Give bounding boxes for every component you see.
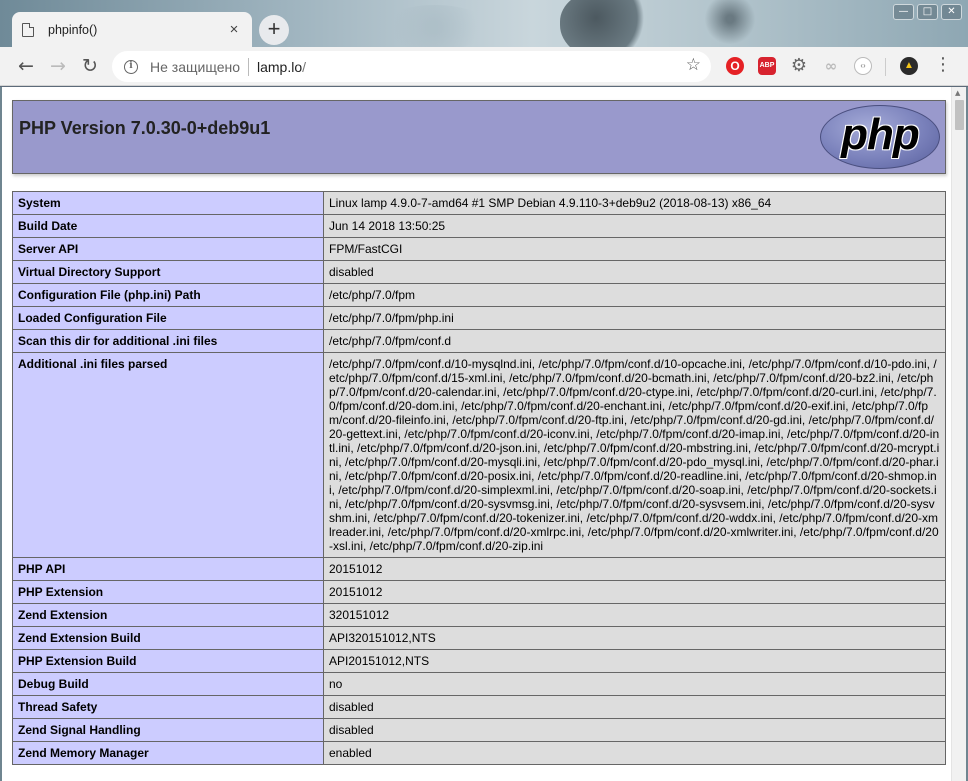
back-icon[interactable]: ← xyxy=(14,55,38,77)
table-row: Zend Extension Build API320151012,NTS xyxy=(12,626,946,650)
browser-tab[interactable]: phpinfo() × xyxy=(12,12,252,47)
row-value: /etc/php/7.0/fpm/conf.d/10-mysqlnd.ini, … xyxy=(323,352,946,558)
scrollbar-thumb[interactable] xyxy=(955,100,964,130)
row-value: 320151012 xyxy=(323,603,946,627)
scroll-up-icon[interactable]: ▲ xyxy=(955,89,960,97)
row-key: Zend Extension xyxy=(12,603,324,627)
table-row: PHP Extension Build API20151012,NTS xyxy=(12,649,946,673)
table-row: Zend Signal Handling disabled xyxy=(12,718,946,742)
row-key: Zend Memory Manager xyxy=(12,741,324,765)
row-key: Thread Safety xyxy=(12,695,324,719)
row-value: disabled xyxy=(323,260,946,284)
code-icon[interactable]: ‹› xyxy=(854,57,872,75)
toolbar-divider xyxy=(885,58,886,76)
info-icon[interactable]: i xyxy=(124,59,138,74)
url-host: lamp.lo xyxy=(257,58,303,75)
bookmark-star-icon[interactable]: ☆ xyxy=(686,55,701,75)
row-value: 20151012 xyxy=(323,557,946,581)
window-titlebar: phpinfo() × + — □ ✕ xyxy=(0,0,968,47)
table-row: Build Date Jun 14 2018 13:50:25 xyxy=(12,214,946,238)
row-value: disabled xyxy=(323,695,946,719)
row-value: disabled xyxy=(323,718,946,742)
php-logo[interactable]: php xyxy=(820,105,940,169)
row-value: no xyxy=(323,672,946,696)
new-tab-button[interactable]: + xyxy=(259,15,289,45)
row-key: Configuration File (php.ini) Path xyxy=(12,283,324,307)
table-row: Thread Safety disabled xyxy=(12,695,946,719)
opera-icon[interactable]: O xyxy=(726,57,744,75)
table-row: Zend Extension 320151012 xyxy=(12,603,946,627)
omnibox-divider xyxy=(248,57,249,76)
table-row: Configuration File (php.ini) Path/etc/ph… xyxy=(12,283,946,307)
row-key: PHP API xyxy=(12,557,324,581)
row-value: FPM/FastCGI xyxy=(323,237,946,261)
linux-tux-icon[interactable]: ▲ xyxy=(900,57,918,75)
row-key: Server API xyxy=(12,237,324,261)
forward-icon[interactable]: → xyxy=(46,55,70,77)
address-bar[interactable]: i Не защищено lamp.lo / ☆ xyxy=(112,51,711,82)
adblock-icon[interactable]: ABP xyxy=(758,57,776,75)
php-info-table: System Linux lamp 4.9.0-7-amd64 #1 SMP De… xyxy=(12,191,946,765)
minimize-button[interactable]: — xyxy=(893,4,914,20)
row-value: /etc/php/7.0/fpm xyxy=(323,283,946,307)
row-key: PHP Extension Build xyxy=(12,649,324,673)
row-value: 20151012 xyxy=(323,580,946,604)
table-row: Loaded Configuration File/etc/php/7.0/fp… xyxy=(12,306,946,330)
wallpaper-decoration xyxy=(560,0,650,47)
table-row: Additional .ini files parsed/etc/php/7.0… xyxy=(12,352,946,558)
table-row: Scan this dir for additional .ini files /… xyxy=(12,329,946,353)
row-key: Virtual Directory Support xyxy=(12,260,324,284)
row-key: Build Date xyxy=(12,214,324,238)
gear-icon[interactable]: ⚙ xyxy=(790,57,808,75)
browser-toolbar: ← → ↻ i Не защищено lamp.lo / ☆ O ABP ⚙ … xyxy=(0,47,968,86)
row-key: Loaded Configuration File xyxy=(12,306,324,330)
row-value: API20151012,NTS xyxy=(323,649,946,673)
menu-icon[interactable]: ⋮ xyxy=(934,55,952,75)
page-title: PHP Version 7.0.30-0+deb9u1 xyxy=(19,118,271,138)
document-icon xyxy=(22,23,34,37)
row-value: Linux lamp 4.9.0-7-amd64 #1 SMP Debian 4… xyxy=(323,191,946,215)
window-controls: — □ ✕ xyxy=(893,4,962,20)
table-row: Server API FPM/FastCGI xyxy=(12,237,946,261)
php-header: PHP Version 7.0.30-0+deb9u1 php xyxy=(12,100,946,174)
row-key: PHP Extension xyxy=(12,580,324,604)
row-key: Zend Extension Build xyxy=(12,626,324,650)
table-row: PHP Extension 20151012 xyxy=(12,580,946,604)
page-viewport: PHP Version 7.0.30-0+deb9u1 php System Li… xyxy=(0,87,968,781)
row-key: Additional .ini files parsed xyxy=(12,352,324,558)
url-path: / xyxy=(302,58,307,75)
table-row: Zend Memory Manager enabled xyxy=(12,741,946,765)
security-label: Не защищено xyxy=(150,58,240,75)
row-key: Debug Build xyxy=(12,672,324,696)
row-key: Scan this dir for additional .ini files xyxy=(12,329,324,353)
wallpaper-decoration xyxy=(380,5,490,47)
scrollbar[interactable]: ▲ xyxy=(951,87,966,781)
tab-close-icon[interactable]: × xyxy=(226,22,242,38)
row-key: Zend Signal Handling xyxy=(12,718,324,742)
tab-title: phpinfo() xyxy=(48,23,98,37)
table-row: Virtual Directory Support disabled xyxy=(12,260,946,284)
table-row: PHP API 20151012 xyxy=(12,557,946,581)
wallpaper-decoration xyxy=(700,0,760,44)
php-logo-text: php xyxy=(841,110,920,159)
reload-icon[interactable]: ↻ xyxy=(78,55,102,77)
row-key: System xyxy=(12,191,324,215)
row-value: enabled xyxy=(323,741,946,765)
row-value: /etc/php/7.0/fpm/conf.d xyxy=(323,329,946,353)
link-icon[interactable]: ∞ xyxy=(822,57,840,75)
table-row: System Linux lamp 4.9.0-7-amd64 #1 SMP De… xyxy=(12,191,946,215)
close-window-button[interactable]: ✕ xyxy=(941,4,962,20)
table-row: Debug Build no xyxy=(12,672,946,696)
maximize-button[interactable]: □ xyxy=(917,4,938,20)
row-value: API320151012,NTS xyxy=(323,626,946,650)
row-value: /etc/php/7.0/fpm/php.ini xyxy=(323,306,946,330)
row-value: Jun 14 2018 13:50:25 xyxy=(323,214,946,238)
